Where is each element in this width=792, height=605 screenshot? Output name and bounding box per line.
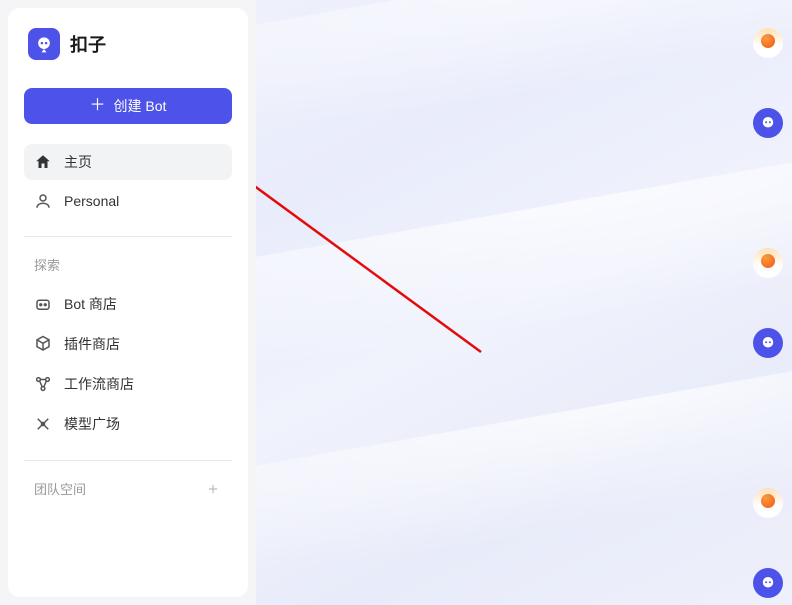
nav-personal-label: Personal [64,193,119,209]
nav-plugin-store[interactable]: 插件商店 [24,326,232,362]
rail-avatar-bot[interactable] [753,568,783,598]
person-icon [34,192,52,210]
create-bot-label: 创建 Bot [114,96,167,116]
brand-name: 扣子 [70,31,106,57]
bot-store-icon [34,295,52,313]
rail-avatar-balloon[interactable] [753,488,783,518]
home-icon [34,153,52,171]
explore-section-label: 探索 [24,251,232,278]
brand-logo-icon [28,28,60,60]
team-space-section: 团队空间 [24,475,232,502]
create-bot-button[interactable]: ＋ 创建 Bot [24,88,232,124]
main-canvas [256,0,792,605]
nav-model-playground[interactable]: 模型广场 [24,406,232,442]
rail-avatar-bot[interactable] [753,108,783,138]
plus-icon: ＋ [90,98,106,114]
team-space-label: 团队空间 [34,479,86,498]
brand[interactable]: 扣子 [24,24,232,64]
nav-plugin-store-label: 插件商店 [64,334,120,354]
nav-workflow-store-label: 工作流商店 [64,374,134,394]
nav-model-playground-label: 模型广场 [64,414,120,434]
sidebar: 扣子 ＋ 创建 Bot 主页 Personal 探索 Bot 商店 插件商店 [8,8,248,597]
model-playground-icon [34,415,52,433]
nav-workflow-store[interactable]: 工作流商店 [24,366,232,402]
rail-avatar-balloon[interactable] [753,248,783,278]
divider [24,236,232,237]
divider [24,460,232,461]
nav-home[interactable]: 主页 [24,144,232,180]
plugin-store-icon [34,335,52,353]
right-rail [744,0,792,605]
team-add-button[interactable] [204,480,222,498]
rail-avatar-balloon[interactable] [753,28,783,58]
workflow-store-icon [34,375,52,393]
nav-bot-store-label: Bot 商店 [64,294,117,314]
rail-avatar-bot[interactable] [753,328,783,358]
nav-bot-store[interactable]: Bot 商店 [24,286,232,322]
nav-home-label: 主页 [64,152,92,172]
nav-personal[interactable]: Personal [24,184,232,218]
